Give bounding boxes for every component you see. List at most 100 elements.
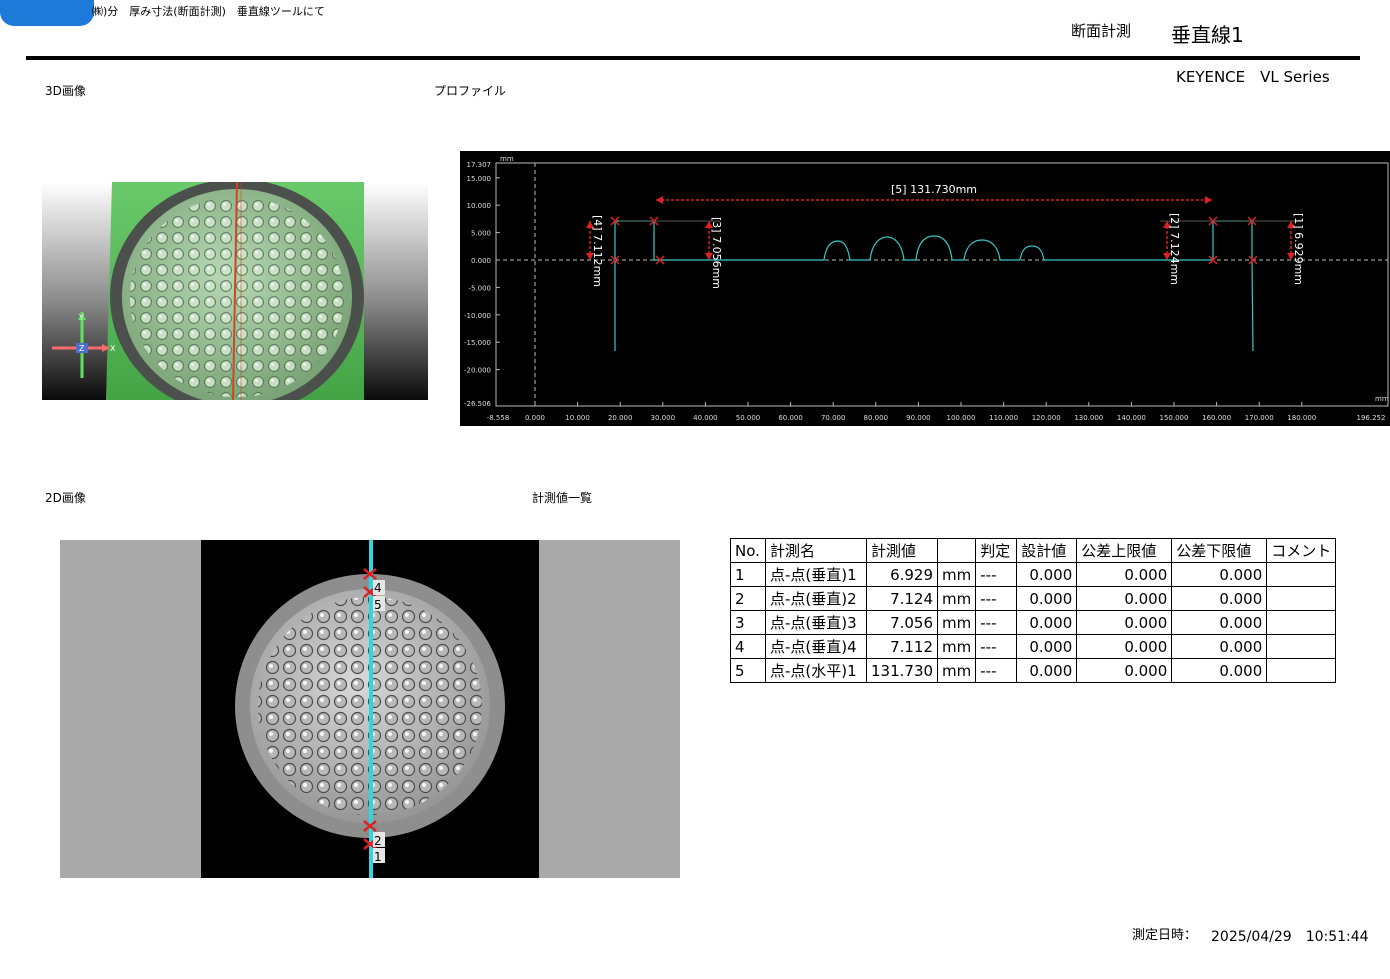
x-left-label: -8.558 bbox=[487, 414, 510, 422]
marker-label-2: 2 bbox=[374, 834, 382, 848]
datetime-label: 測定日時： bbox=[1132, 928, 1198, 943]
table-cell bbox=[1266, 586, 1337, 611]
table-cell: 0.000 bbox=[1016, 658, 1078, 683]
table-cell: mm bbox=[937, 658, 977, 683]
table-cell: 0.000 bbox=[1076, 562, 1173, 587]
x-tick-label: 100.000 bbox=[947, 414, 976, 422]
table-cell: 0.000 bbox=[1076, 658, 1173, 683]
brand-label: KEYENCE VL Series bbox=[1176, 68, 1330, 86]
table-cell: 点-点(垂直)4 bbox=[765, 634, 867, 659]
x-unit-label: mm bbox=[1375, 395, 1389, 403]
y-top-label: 17.307 bbox=[467, 161, 492, 169]
y-tick-label: 5.000 bbox=[471, 230, 491, 238]
table-cell: 0.000 bbox=[1171, 610, 1268, 635]
x-tick-label: 170.000 bbox=[1245, 414, 1274, 422]
col-design: 設計値 bbox=[1016, 538, 1078, 563]
x-tick-label: 120.000 bbox=[1032, 414, 1061, 422]
image-2d-panel: 4 5 2 1 bbox=[60, 540, 680, 878]
table-cell: --- bbox=[975, 610, 1018, 635]
table-cell: 7.112 bbox=[865, 634, 939, 659]
annotation-1: [1] 6.929mm bbox=[1292, 213, 1305, 285]
table-cell bbox=[1266, 562, 1337, 587]
x-tick-label: 90.000 bbox=[906, 414, 931, 422]
axis-z-label: Z bbox=[79, 344, 85, 353]
marker-label-1: 1 bbox=[374, 850, 382, 864]
x-tick-label: 70.000 bbox=[821, 414, 846, 422]
y-bottom-label: -26.506 bbox=[464, 400, 492, 408]
table-cell: 0.000 bbox=[1016, 562, 1078, 587]
mode-title: 断面計測 bbox=[1071, 22, 1132, 40]
annotation-3: [3] 7.056mm bbox=[710, 217, 723, 289]
table-cell: 0.000 bbox=[1171, 634, 1268, 659]
x-tick-label: 150.000 bbox=[1160, 414, 1189, 422]
x-tick-label: 80.000 bbox=[864, 414, 889, 422]
table-cell: --- bbox=[975, 586, 1018, 611]
label-measurements: 計測値一覧 bbox=[532, 491, 593, 505]
table-cell: 7.124 bbox=[865, 586, 939, 611]
table-cell: 0.000 bbox=[1076, 634, 1173, 659]
annotation-4: [4] 7.112mm bbox=[591, 215, 604, 287]
y-tick-label: -15.000 bbox=[464, 339, 491, 347]
x-tick-label: 110.000 bbox=[989, 414, 1018, 422]
x-tick-label: 10.000 bbox=[565, 414, 590, 422]
datetime-value: 2025/04/29 10:51:44 bbox=[1211, 929, 1369, 945]
measurement-table: No. 計測名 計測値 判定 設計値 公差上限値 公差下限値 コメント 1 点-点… bbox=[730, 538, 1337, 683]
table-cell: 点-点(水平)1 bbox=[765, 658, 867, 683]
table-row: 2 点-点(垂直)2 7.124 mm --- 0.000 0.000 0.000 bbox=[730, 586, 1337, 611]
table-cell: 0.000 bbox=[1076, 610, 1173, 635]
col-lower: 公差下限値 bbox=[1171, 538, 1268, 563]
tool-title: 垂直線1 bbox=[1171, 23, 1244, 47]
table-cell: 3 bbox=[730, 610, 766, 635]
table-cell: mm bbox=[937, 610, 977, 635]
y-tick-label: -10.000 bbox=[464, 312, 491, 320]
table-cell: 0.000 bbox=[1016, 634, 1078, 659]
marker-label-5: 5 bbox=[374, 598, 382, 612]
x-tick-label: 60.000 bbox=[778, 414, 803, 422]
x-tick-label: 40.000 bbox=[693, 414, 718, 422]
profile-chart: mm mm 17.307 -26.506 -8.558 196.252 15.0… bbox=[460, 151, 1390, 426]
table-cell: mm bbox=[937, 634, 977, 659]
table-cell: 2 bbox=[730, 586, 766, 611]
table-row: 1 点-点(垂直)1 6.929 mm --- 0.000 0.000 0.000 bbox=[730, 562, 1337, 587]
table-cell: 0.000 bbox=[1076, 586, 1173, 611]
table-row: 3 点-点(垂直)3 7.056 mm --- 0.000 0.000 0.000 bbox=[730, 610, 1337, 635]
col-name: 計測名 bbox=[765, 538, 867, 563]
axis-x-label: X bbox=[110, 344, 116, 353]
table-cell bbox=[1266, 658, 1337, 683]
y-tick-label: 15.000 bbox=[467, 175, 492, 183]
x-tick-label: 130.000 bbox=[1074, 414, 1103, 422]
annotation-2: [2] 7.124mm bbox=[1168, 213, 1181, 285]
table-cell: 0.000 bbox=[1171, 562, 1268, 587]
y-unit-label: mm bbox=[500, 155, 514, 163]
table-cell: 点-点(垂直)2 bbox=[765, 586, 867, 611]
table-cell: 5 bbox=[730, 658, 766, 683]
col-comment: コメント bbox=[1266, 538, 1337, 563]
table-cell: 131.730 bbox=[865, 658, 939, 683]
label-3d-image: 3D画像 bbox=[45, 84, 86, 98]
table-row: 4 点-点(垂直)4 7.112 mm --- 0.000 0.000 0.000 bbox=[730, 634, 1337, 659]
col-judge: 判定 bbox=[975, 538, 1018, 563]
table-cell: --- bbox=[975, 634, 1018, 659]
label-profile: プロファイル bbox=[434, 84, 507, 98]
header-tab bbox=[0, 0, 94, 26]
x-tick-label: 160.000 bbox=[1202, 414, 1231, 422]
x-tick-label: 0.000 bbox=[525, 414, 545, 422]
marker-label-4: 4 bbox=[374, 581, 382, 595]
image-2d-view: 4 5 2 1 bbox=[60, 540, 680, 878]
label-2d-image: 2D画像 bbox=[45, 491, 86, 505]
col-unit bbox=[937, 538, 977, 563]
table-cell: 点-点(垂直)3 bbox=[765, 610, 867, 635]
table-cell: 4 bbox=[730, 634, 766, 659]
table-header-row: No. 計測名 計測値 判定 設計値 公差上限値 公差下限値 コメント bbox=[730, 538, 1337, 563]
table-cell bbox=[1266, 610, 1337, 635]
table-cell: 点-点(垂直)1 bbox=[765, 562, 867, 587]
col-value: 計測値 bbox=[865, 538, 939, 563]
y-tick-label: 10.000 bbox=[467, 202, 492, 210]
measurement-table-wrap: No. 計測名 計測値 判定 設計値 公差上限値 公差下限値 コメント 1 点-点… bbox=[730, 538, 1337, 683]
y-tick-label: -5.000 bbox=[468, 284, 491, 292]
header-breadcrumb: ㈱)分 厚み寸法(断面計測) 垂直線ツールにて bbox=[92, 5, 325, 18]
annotation-5: [5] 131.730mm bbox=[891, 183, 977, 196]
image-3d-panel: Y Z X bbox=[42, 182, 428, 400]
table-cell: 0.000 bbox=[1171, 658, 1268, 683]
table-cell: 1 bbox=[730, 562, 766, 587]
